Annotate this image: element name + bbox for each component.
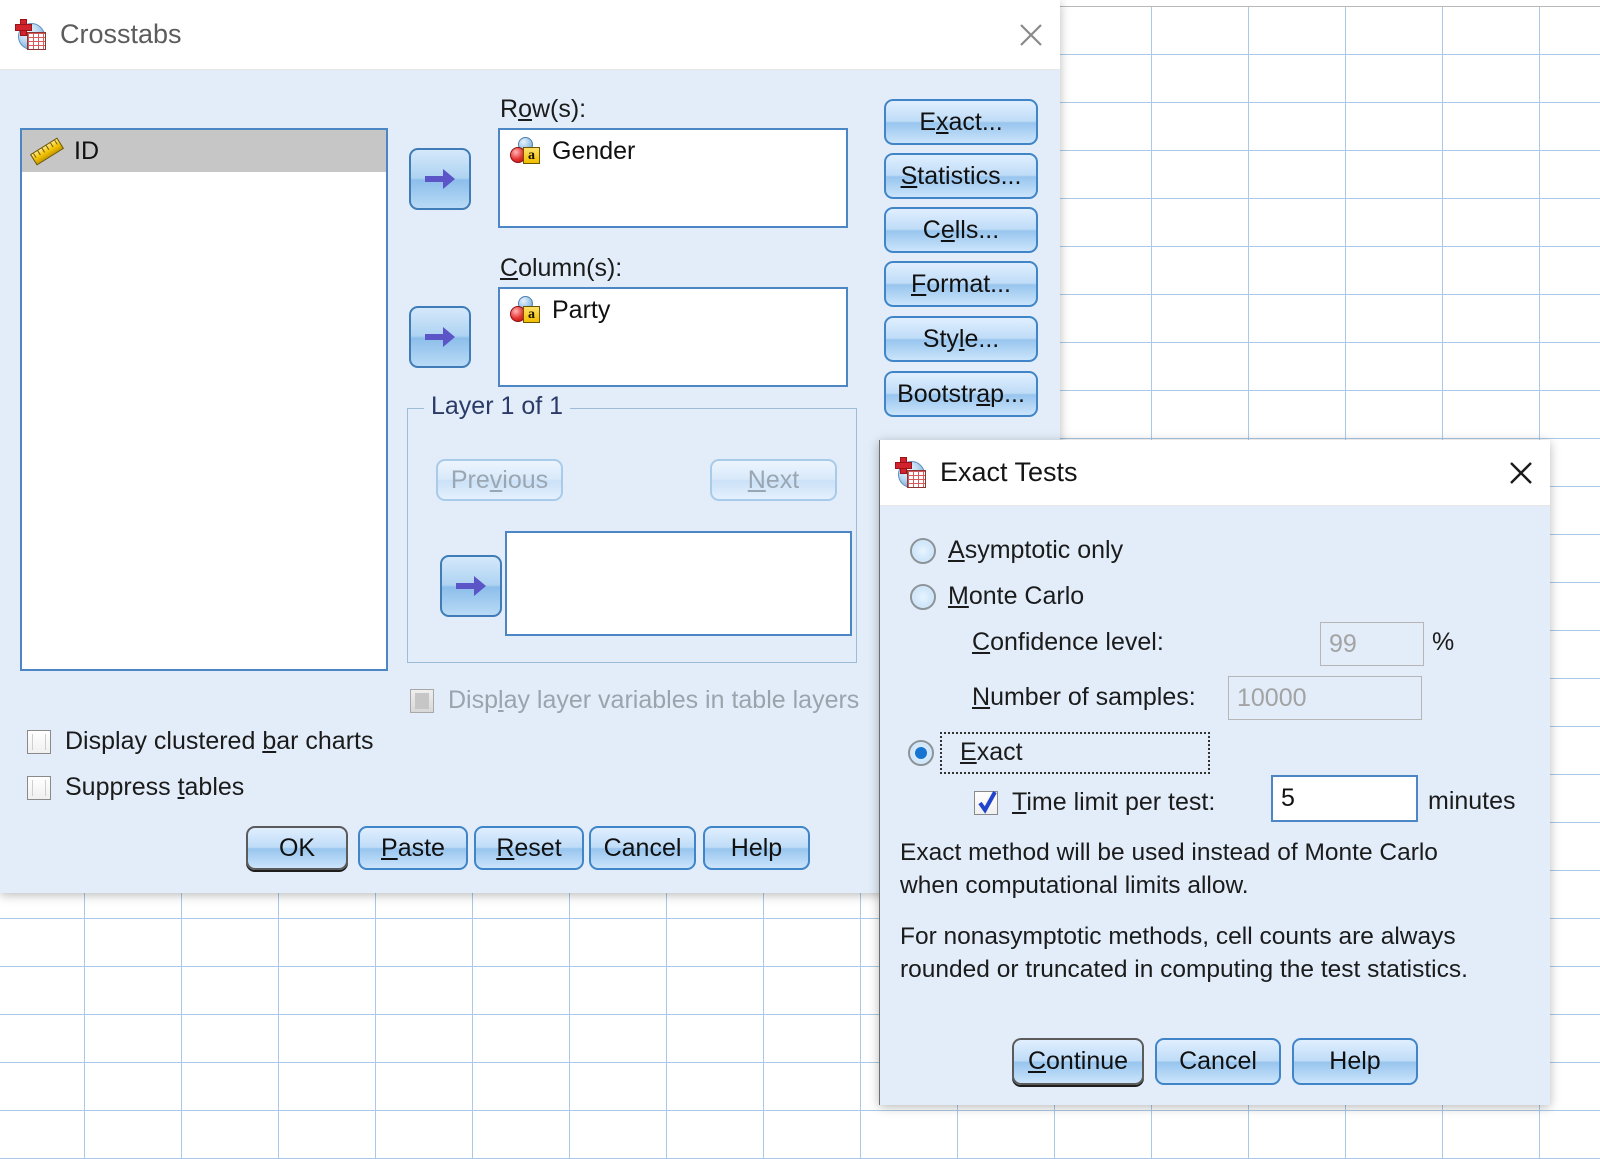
paste-button[interactable]: Paste	[358, 826, 468, 870]
checkbox-box	[974, 790, 998, 815]
confidence-level-value: 99	[1329, 629, 1357, 658]
suppress-tables-checkbox[interactable]: Suppress tables	[27, 773, 244, 802]
radio-circle	[910, 583, 936, 610]
exact-tests-titlebar: Exact Tests	[880, 440, 1550, 506]
time-limit-input[interactable]: 5	[1271, 775, 1418, 822]
source-variable-list[interactable]: ID	[20, 128, 388, 671]
number-of-samples-input[interactable]: 10000	[1228, 676, 1422, 720]
continue-button[interactable]: Continue	[1012, 1038, 1144, 1085]
statistics-button[interactable]: Statistics...	[884, 153, 1038, 199]
checkbox-label: Suppress tables	[65, 773, 245, 801]
ok-button[interactable]: OK	[246, 826, 348, 870]
crosstabs-title: Crosstabs	[60, 19, 182, 49]
exact-tests-dialog: Exact Tests Asymptotic only Monte Carlo	[879, 440, 1550, 1105]
cancel-button[interactable]: Cancel	[1155, 1038, 1281, 1085]
display-layer-variables-checkbox[interactable]: Display layer variables in table layers	[410, 686, 859, 715]
asymptotic-only-radio[interactable]: Asymptotic only	[910, 536, 1123, 565]
move-to-rows-button[interactable]	[409, 148, 471, 210]
checkbox-label: Display clustered bar charts	[65, 727, 374, 755]
exact-tests-title: Exact Tests	[940, 457, 1078, 487]
crosstabs-titlebar: Crosstabs	[0, 0, 1060, 70]
move-to-layer-button[interactable]	[440, 555, 502, 617]
move-to-columns-button[interactable]	[409, 306, 471, 368]
rows-label: Row(s):	[500, 95, 587, 123]
radio-label: Monte Carlo	[948, 582, 1085, 610]
variable-label: Gender	[552, 136, 636, 165]
radio-circle	[910, 537, 936, 564]
columns-label: Column(s):	[500, 254, 623, 282]
radio-label: Asymptotic only	[948, 536, 1124, 564]
list-item[interactable]: a Party	[500, 289, 846, 331]
exact-method-description: Exact method will be used instead of Mon…	[900, 839, 1438, 899]
reset-button[interactable]: Reset	[474, 826, 584, 870]
bootstrap-button[interactable]: Bootstrap...	[884, 371, 1038, 417]
variable-label: Party	[552, 295, 611, 324]
exact-button[interactable]: Exact...	[884, 99, 1038, 145]
spss-app-icon	[14, 18, 48, 51]
rows-listbox[interactable]: a Gender	[498, 128, 848, 228]
exact-focus-rect: Exact	[940, 732, 1210, 774]
spss-app-icon	[894, 456, 928, 489]
checkbox-box	[410, 688, 434, 713]
list-item[interactable]: ID	[22, 130, 386, 172]
checkbox-box	[27, 729, 51, 754]
format-button[interactable]: Format...	[884, 261, 1038, 307]
checkbox-box	[27, 775, 51, 800]
checkbox-label: Display layer variables in table layers	[448, 686, 860, 714]
cancel-button[interactable]: Cancel	[589, 826, 696, 870]
close-icon[interactable]	[1002, 1, 1060, 69]
nominal-string-icon: a	[510, 296, 540, 324]
number-of-samples-label: Number of samples:	[972, 683, 1196, 711]
next-layer-button[interactable]: Next	[710, 459, 837, 501]
layer-listbox[interactable]	[505, 531, 852, 636]
radio-label: Exact	[960, 738, 1023, 766]
exact-radio[interactable]: Exact	[908, 732, 1210, 774]
confidence-level-input[interactable]: 99	[1320, 622, 1424, 666]
help-button[interactable]: Help	[703, 826, 810, 870]
screen: Crosstabs ID Row(s): a Gender Column(s):…	[0, 0, 1600, 1159]
close-icon[interactable]	[1492, 439, 1550, 507]
cells-button[interactable]: Cells...	[884, 207, 1038, 253]
confidence-level-label: Confidence level:	[972, 628, 1164, 656]
list-item[interactable]: a Gender	[500, 130, 846, 172]
nominal-string-icon: a	[510, 137, 540, 165]
checkbox-label: Time limit per test:	[1012, 788, 1216, 816]
previous-layer-button[interactable]: Previous	[436, 459, 563, 501]
scale-ruler-icon	[29, 137, 65, 166]
display-clustered-bar-charts-checkbox[interactable]: Display clustered bar charts	[27, 727, 373, 756]
time-limit-unit: minutes	[1428, 787, 1516, 815]
number-of-samples-value: 10000	[1237, 683, 1307, 712]
layer-group-title: Layer 1 of 1	[424, 392, 571, 421]
help-button[interactable]: Help	[1292, 1038, 1418, 1085]
confidence-level-unit: %	[1432, 628, 1455, 656]
variable-label: ID	[74, 136, 99, 165]
style-button[interactable]: Style...	[884, 316, 1038, 362]
time-limit-value: 5	[1281, 784, 1295, 812]
monte-carlo-radio[interactable]: Monte Carlo	[910, 582, 1084, 611]
radio-circle	[908, 740, 934, 766]
nonasymptotic-description: For nonasymptotic methods, cell counts a…	[900, 923, 1468, 983]
columns-listbox[interactable]: a Party	[498, 287, 848, 387]
time-limit-per-test-checkbox[interactable]: Time limit per test:	[974, 788, 1215, 817]
